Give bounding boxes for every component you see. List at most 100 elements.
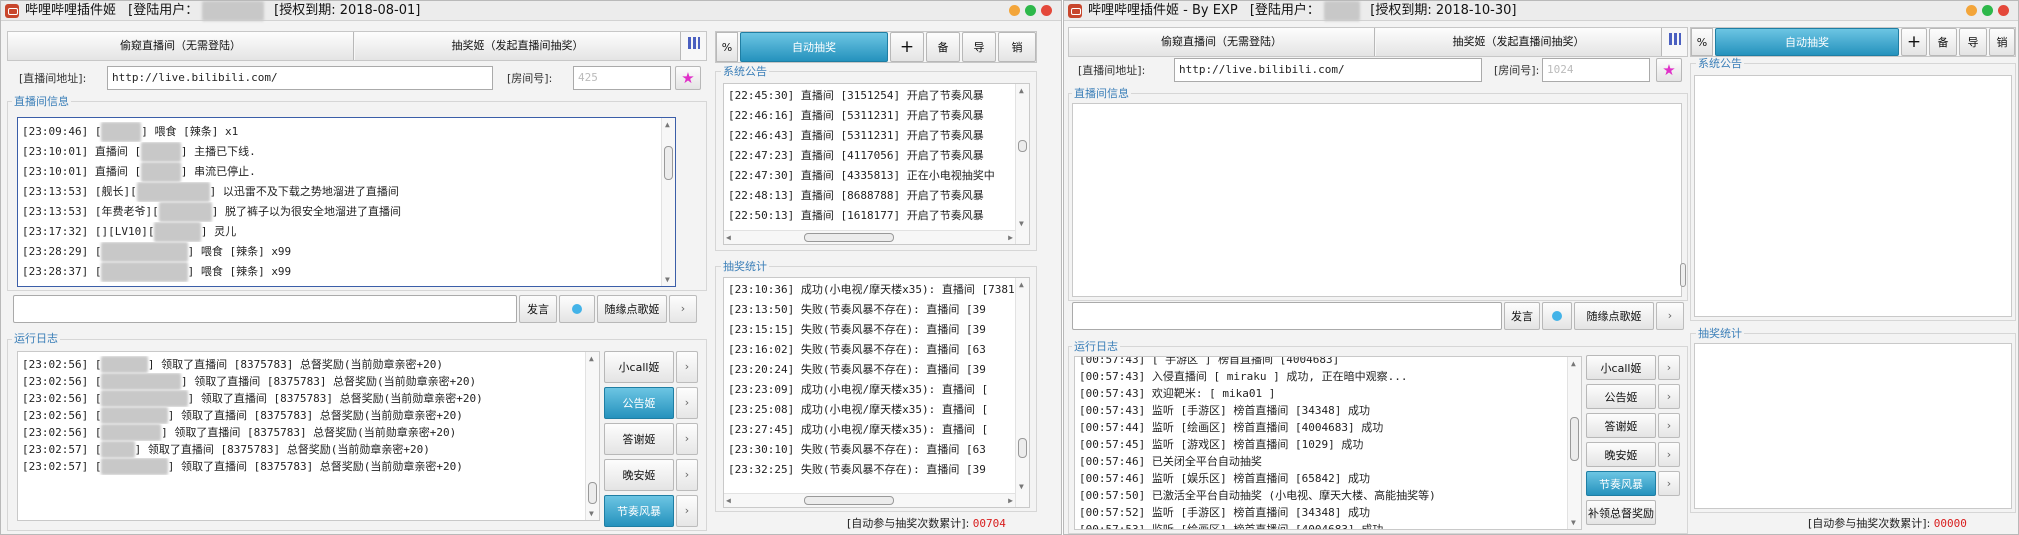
grid-icon[interactable]: [1663, 28, 1687, 56]
notice-button[interactable]: 公告姬: [604, 387, 674, 419]
live-status-button[interactable]: [1542, 302, 1572, 330]
maximize-icon[interactable]: [1982, 5, 1993, 16]
notice-line: [22:48:13] 直播间 [8688788] 开启了节奏风暴: [728, 189, 984, 202]
export-button[interactable]: 导: [962, 32, 996, 62]
chevron-right-icon[interactable]: ›: [1658, 355, 1680, 380]
percent-button[interactable]: %: [716, 32, 738, 62]
stats-log-scrollbar[interactable]: ▲ ▼: [1015, 278, 1029, 507]
splitter-handle[interactable]: [1680, 263, 1686, 287]
rhythm-storm-button[interactable]: 节奏风暴: [604, 495, 674, 527]
tab-peek-live[interactable]: 偷窥直播间（无需登陆）: [8, 32, 354, 60]
stats-line: [23:27:45] 成功(小电视/摩天楼x35): 直播间 [: [728, 423, 989, 436]
chevron-right-icon[interactable]: ›: [1658, 442, 1680, 467]
chevron-right-icon[interactable]: ›: [676, 351, 698, 383]
random-song-button[interactable]: 随缘点歌姬: [1574, 302, 1654, 330]
percent-button[interactable]: %: [1691, 28, 1713, 56]
tab-lottery-host[interactable]: 抽奖姬（发起直播间抽奖）: [1376, 28, 1662, 56]
export-button[interactable]: 导: [1959, 28, 1987, 56]
tab-auto-lottery[interactable]: 自动抽奖: [740, 32, 888, 62]
small-call-button[interactable]: 小call姬: [604, 351, 674, 383]
log-message: [ 手游区 ] 榜首直播间 [4004683]: [1151, 356, 1340, 366]
minimize-icon[interactable]: [1009, 5, 1020, 16]
chevron-right-icon[interactable]: ›: [676, 387, 698, 419]
log-message: ] 领取了直播间 [8375783] 总督奖励(当前勋章亲密+20): [161, 426, 457, 439]
favorite-button[interactable]: ★: [675, 66, 701, 90]
chevron-right-icon[interactable]: ›: [1658, 384, 1680, 409]
log-message: ] 领取了直播间 [8375783] 总督奖励(当前勋章亲密+20): [147, 358, 444, 371]
group-stats-label: 抽奖统计: [721, 260, 769, 273]
chevron-right-icon[interactable]: ›: [1656, 302, 1684, 330]
run-log[interactable]: [00:57:43] [ 手游区 ] 榜首直播间 [4004683] [00:57…: [1074, 356, 1582, 530]
log-prefix: 直播间 [: [94, 165, 142, 178]
live-log[interactable]: [23:09:46] [haruka] 喂食 [辣条] x1[23:10:01]…: [17, 117, 676, 287]
login-user-label: [登陆用户：: [128, 3, 199, 18]
notice-log[interactable]: [22:45:30] 直播间 [3151254] 开启了节奏风暴 [22:46:1…: [723, 83, 1030, 245]
log-line: [00:57:43] 监听 [手游区] 榜首直播间 [34348] 成功: [1075, 402, 1581, 419]
room-input[interactable]: 425: [573, 66, 671, 90]
run-log[interactable]: [23:02:56] [sample9] 领取了直播间 [8375783] 总督…: [17, 351, 600, 521]
chevron-right-icon[interactable]: ›: [676, 423, 698, 455]
chevron-right-icon[interactable]: ›: [676, 495, 698, 527]
log-time: [23:02:56]: [22, 409, 89, 422]
notice-log-hscrollbar[interactable]: ◀ ▶: [724, 230, 1015, 244]
chevron-right-icon[interactable]: ›: [669, 295, 697, 323]
add-button[interactable]: +: [890, 32, 924, 62]
live-log-scrollbar[interactable]: ▲ ▼: [661, 118, 675, 286]
rhythm-storm-button[interactable]: 节奏风暴: [1586, 471, 1656, 496]
url-input[interactable]: http://live.bilibili.com/: [1174, 58, 1482, 82]
chevron-right-icon[interactable]: ›: [1658, 471, 1680, 496]
thanks-button[interactable]: 答谢姬: [604, 423, 674, 455]
notice-line: [22:47:30] 直播间 [4335813] 正在小电视抽奖中: [728, 169, 995, 182]
chat-input[interactable]: [13, 295, 517, 323]
minimize-icon[interactable]: [1966, 5, 1977, 16]
run-log-scrollbar[interactable]: ▲ ▼: [585, 352, 599, 520]
goodnight-button[interactable]: 晚安姬: [604, 459, 674, 491]
notice-line: [22:45:30] 直播间 [3151254] 开启了节奏风暴: [728, 89, 984, 102]
maximize-icon[interactable]: [1025, 5, 1036, 16]
add-button[interactable]: +: [1901, 28, 1927, 56]
star-icon: ★: [1662, 61, 1676, 79]
close-icon[interactable]: [1041, 5, 1052, 16]
backup-button[interactable]: 备: [1929, 28, 1957, 56]
stats-log[interactable]: [23:10:36] 成功(小电视/摩天楼x35): 直播间 [7381 [23:…: [723, 277, 1030, 508]
logout-button[interactable]: 销: [998, 32, 1036, 62]
random-song-button[interactable]: 随缘点歌姬: [597, 295, 667, 323]
live-status-button[interactable]: [559, 295, 595, 323]
title-bar[interactable]: 哔哩哔哩插件姬 [登陆用户： haruka09 [授权到期: 2018-08-0…: [1, 1, 1061, 21]
tab-peek-live[interactable]: 偷窥直播间（无需登陆）: [1069, 28, 1375, 56]
run-log-scrollbar[interactable]: ▲ ▼: [1567, 357, 1581, 529]
claim-guard-reward-button[interactable]: 补领总督奖励: [1586, 500, 1656, 525]
logout-button[interactable]: 销: [1989, 28, 2015, 56]
url-input[interactable]: http://live.bilibili.com/: [107, 66, 493, 90]
small-call-button[interactable]: 小call姬: [1586, 355, 1656, 380]
room-input[interactable]: 1024: [1542, 58, 1650, 82]
live-log[interactable]: [1072, 103, 1682, 297]
log-line: [23:13:53] [舰长][kisumigaoka] 以迅雷不及下载之势地溜…: [18, 182, 675, 202]
room-id: 1618177: [847, 209, 894, 222]
thanks-button[interactable]: 答谢姬: [1586, 413, 1656, 438]
top-tab-bar: 偷窥直播间（无需登陆） 抽奖姬（发起直播间抽奖）: [1068, 27, 1688, 57]
backup-button[interactable]: 备: [926, 32, 960, 62]
grid-icon[interactable]: [682, 32, 706, 60]
favorite-button[interactable]: ★: [1656, 58, 1682, 82]
stats-log-hscrollbar[interactable]: ◀ ▶: [724, 493, 1015, 507]
room-label: [房间号]:: [1494, 64, 1540, 77]
chevron-right-icon[interactable]: ›: [1658, 413, 1680, 438]
chevron-right-icon[interactable]: ›: [676, 459, 698, 491]
title-bar[interactable]: 哔哩哔哩插件姬 - By EXP [登陆用户： hikari [授权到期: 20…: [1064, 1, 2018, 21]
tab-lottery-host[interactable]: 抽奖姬（发起直播间抽奖）: [355, 32, 681, 60]
chat-input[interactable]: [1072, 302, 1502, 330]
log-message: ] 串流已停止.: [180, 165, 256, 178]
notice-button[interactable]: 公告姬: [1586, 384, 1656, 409]
notice-log-scrollbar[interactable]: ▲ ▼: [1015, 84, 1029, 244]
notice-log[interactable]: [1694, 75, 2012, 317]
tab-auto-lottery[interactable]: 自动抽奖: [1715, 28, 1899, 56]
send-chat-button[interactable]: 发言: [1504, 302, 1540, 330]
stats-log[interactable]: [1694, 343, 2012, 509]
goodnight-button[interactable]: 晚安姬: [1586, 442, 1656, 467]
blurred-user-name: kisumigaoka: [136, 182, 210, 202]
log-message: 开启了节奏风暴: [906, 149, 984, 162]
send-chat-button[interactable]: 发言: [519, 295, 557, 323]
close-icon[interactable]: [1998, 5, 2009, 16]
stats-line: [23:30:10] 失败(节奏风暴不存在): 直播间 [63: [728, 443, 986, 456]
